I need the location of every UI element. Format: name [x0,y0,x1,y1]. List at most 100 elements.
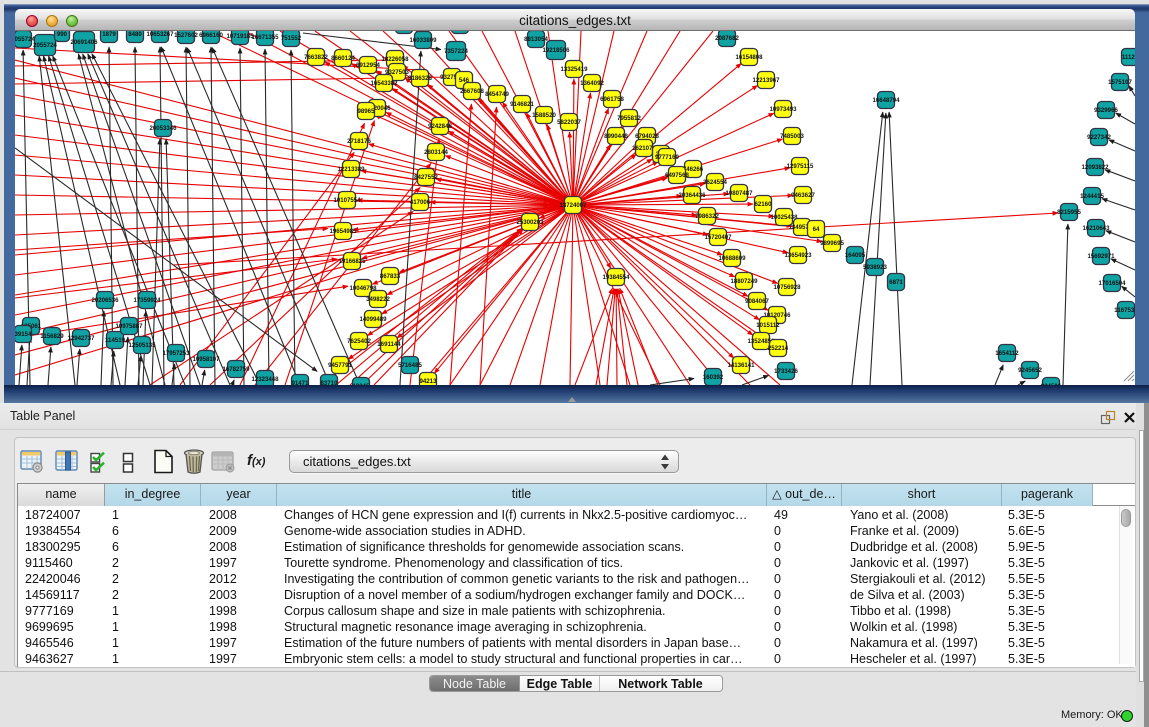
svg-text:1733426: 1733426 [774,368,798,375]
svg-text:8454749: 8454749 [485,91,509,98]
svg-text:1244415: 1244415 [1080,193,1104,200]
svg-text:1575107: 1575107 [1108,79,1132,86]
svg-text:8427552: 8427552 [414,174,438,181]
svg-text:20364436: 20364436 [678,192,706,199]
svg-text:16543382: 16543382 [370,80,398,87]
svg-text:7986322: 7986322 [695,213,719,220]
svg-text:16154808: 16154808 [735,54,763,61]
svg-text:9227342: 9227342 [1087,134,1111,141]
svg-text:1364092: 1364092 [580,80,604,87]
svg-text:62160: 62160 [755,201,773,208]
svg-text:8912954: 8912954 [356,62,380,69]
svg-text:6497568: 6497568 [665,172,689,179]
svg-text:12505135: 12505135 [128,342,156,349]
svg-text:19384554: 19384554 [602,274,630,281]
svg-text:83710: 83710 [321,380,339,385]
svg-text:3498222: 3498222 [366,296,390,303]
svg-text:10973493: 10973493 [769,106,797,113]
svg-text:1588520: 1588520 [532,112,556,119]
svg-text:924506: 924506 [1041,383,1062,385]
svg-text:7625402: 7625402 [347,338,371,345]
svg-text:91471: 91471 [292,380,310,385]
svg-text:164095: 164095 [845,252,866,259]
svg-text:990: 990 [57,31,68,38]
svg-text:64: 64 [813,226,820,233]
svg-text:1156829: 1156829 [40,333,64,340]
svg-text:9457791: 9457791 [328,362,352,369]
svg-text:1527602: 1527602 [174,32,198,39]
svg-text:2718176: 2718176 [347,138,371,145]
svg-text:9329966: 9329966 [1094,107,1118,114]
svg-text:6871: 6871 [889,279,903,286]
svg-text:19218506: 19218506 [542,47,570,54]
svg-text:9245652: 9245652 [1018,367,1042,374]
svg-text:5716485: 5716485 [398,362,422,369]
svg-text:20691406: 20691406 [70,39,98,46]
svg-text:7485003: 7485003 [780,133,804,140]
svg-text:16210643: 16210643 [1082,225,1110,232]
svg-text:16782759: 16782759 [222,366,250,373]
svg-text:8813054: 8813054 [524,36,548,43]
svg-text:8990448: 8990448 [604,133,628,140]
svg-text:6966160: 6966160 [199,32,223,39]
svg-text:1015112: 1015112 [756,322,780,329]
svg-text:17957253: 17957253 [162,350,190,357]
svg-text:16033809: 16033809 [409,37,437,44]
svg-text:14099489: 14099489 [359,316,387,323]
svg-text:20206536: 20206536 [91,297,119,304]
svg-text:14136141: 14136141 [727,362,755,369]
svg-text:12213389: 12213389 [337,166,365,173]
svg-text:18807249: 18807249 [730,278,758,285]
svg-text:11121: 11121 [1122,54,1135,61]
svg-text:10756928: 10756928 [773,284,801,291]
svg-text:7663822: 7663822 [304,54,328,61]
svg-text:10719185: 10719185 [226,33,254,40]
svg-text:15720407: 15720407 [704,234,732,241]
svg-text:12093822: 12093822 [1081,164,1109,171]
svg-text:8186328: 8186328 [408,75,432,82]
svg-text:9777169: 9777169 [655,154,679,161]
svg-text:5822037: 5822037 [557,119,581,126]
svg-text:17359924: 17359924 [133,297,161,304]
svg-text:252214: 252214 [768,345,789,352]
svg-text:98965: 98965 [358,108,376,115]
svg-text:1691144: 1691144 [377,341,401,348]
svg-text:417006: 417006 [410,199,431,206]
svg-text:5938923: 5938923 [863,264,887,271]
svg-text:18226058: 18226058 [381,56,409,63]
svg-text:12323448: 12323448 [251,376,279,383]
svg-text:10807487: 10807487 [725,190,753,197]
svg-text:15692971: 15692971 [1087,253,1115,260]
svg-text:25300203: 25300203 [516,219,544,226]
svg-text:8660124: 8660124 [331,55,355,62]
svg-text:9463627: 9463627 [791,192,815,199]
svg-text:1879: 1879 [102,31,116,38]
svg-text:7955812: 7955812 [617,115,641,122]
svg-text:3624554: 3624554 [703,179,727,186]
svg-text:8480: 8480 [128,31,142,38]
svg-text:9899695: 9899695 [820,240,844,247]
svg-text:6961758: 6961758 [600,96,624,103]
svg-text:2055724: 2055724 [33,42,57,49]
svg-text:13654923: 13654923 [784,252,812,259]
svg-text:19166825: 19166825 [338,258,366,265]
svg-text:1654112: 1654112 [995,350,1019,357]
svg-text:867833: 867833 [380,273,401,280]
svg-text:16671355: 16671355 [251,34,279,41]
svg-text:20053346: 20053346 [149,125,177,132]
svg-text:16648794: 16648794 [872,97,900,104]
svg-text:751552: 751552 [281,35,302,42]
svg-text:10975887: 10975887 [115,323,143,330]
svg-text:19654985: 19654985 [329,228,357,235]
svg-text:17016504: 17016504 [1098,280,1126,287]
svg-text:7357224: 7357224 [444,48,468,55]
svg-text:10107554: 10107554 [333,197,361,204]
svg-text:94213: 94213 [420,378,438,385]
svg-text:160392: 160392 [703,374,724,381]
svg-text:2803144: 2803144 [424,149,448,156]
svg-text:12942737: 12942737 [67,335,95,342]
svg-text:39154: 39154 [15,331,32,338]
svg-text:10688609: 10688609 [718,255,746,262]
svg-text:12213967: 12213967 [752,77,780,84]
svg-text:9146821: 9146821 [510,101,534,108]
